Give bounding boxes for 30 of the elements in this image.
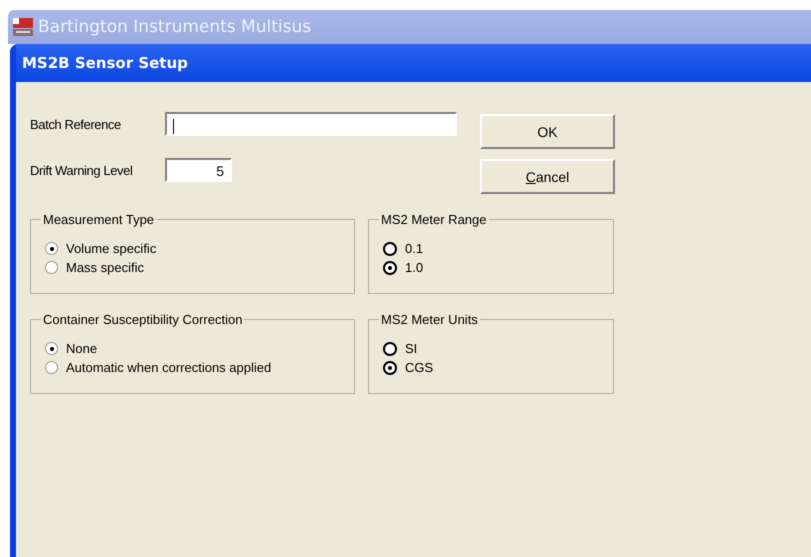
field-label: Drift Warning Level <box>30 162 134 178</box>
radio-label[interactable]: Mass specific <box>66 260 144 275</box>
group-title: Container Susceptibility Correction <box>42 312 244 327</box>
radio-label[interactable]: SI <box>405 341 418 356</box>
radio-label[interactable]: CGS <box>405 360 434 375</box>
radio-label[interactable]: 1.0 <box>405 260 424 275</box>
radio-button[interactable] <box>383 242 397 256</box>
dialog-button[interactable]: Cancel <box>480 159 615 194</box>
input-field[interactable]: 5 <box>165 158 232 182</box>
radio-button[interactable] <box>45 342 58 355</box>
group-title: Measurement Type <box>42 212 156 227</box>
text-cursor <box>173 118 174 134</box>
dialog-button[interactable]: OK <box>480 114 615 149</box>
radio-button[interactable] <box>45 361 58 374</box>
radio-label[interactable]: 0.1 <box>405 241 424 256</box>
radio-label[interactable]: Automatic when corrections applied <box>66 360 272 375</box>
app-title: Bartington Instruments Multisus <box>38 17 312 37</box>
radio-label[interactable]: Volume specific <box>66 241 156 256</box>
radio-button[interactable] <box>45 242 58 255</box>
radio-button[interactable] <box>383 360 397 374</box>
radio-label[interactable]: None <box>66 341 98 356</box>
dialog-title: MS2B Sensor Setup <box>22 54 188 72</box>
group-title: MS2 Meter Range <box>380 212 488 227</box>
group-title: MS2 Meter Units <box>380 312 479 327</box>
radio-button[interactable] <box>45 261 58 274</box>
radio-button[interactable] <box>383 342 397 356</box>
radio-button[interactable] <box>383 260 397 274</box>
input-field[interactable] <box>165 112 457 136</box>
app-icon <box>12 17 34 37</box>
field-label: Batch Reference <box>30 116 122 132</box>
